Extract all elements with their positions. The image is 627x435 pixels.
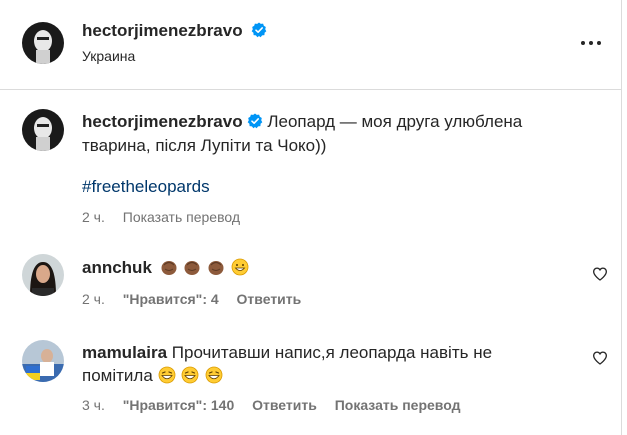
comment-translate-button[interactable]: Показать перевод bbox=[335, 397, 461, 413]
clapping-hands-icon bbox=[161, 261, 177, 275]
post-caption: hectorjimenezbravo Леопард — моя друга у… bbox=[82, 110, 552, 158]
laughing-face-icon bbox=[205, 366, 223, 384]
clapping-hands-icon bbox=[208, 261, 224, 275]
comment-mamulaira: mamulaira Прочитавши напис,я леопарда на… bbox=[82, 341, 522, 365]
comment-mamulaira-line2: помітила bbox=[82, 364, 224, 388]
comment-emojis bbox=[160, 258, 250, 277]
comment-text: помітила bbox=[82, 366, 153, 385]
author-username[interactable]: hectorjimenezbravo bbox=[82, 21, 267, 41]
grinning-face-icon bbox=[231, 258, 249, 276]
laughing-face-icon bbox=[158, 366, 175, 384]
heart-icon[interactable] bbox=[592, 350, 608, 366]
comment-time[interactable]: 2 ч. bbox=[82, 291, 105, 307]
comment-emojis bbox=[153, 366, 224, 385]
caption-meta: 2 ч. Показать перевод bbox=[82, 209, 254, 225]
comment-likes[interactable]: "Нравится": 4 bbox=[123, 291, 219, 307]
author-username-text[interactable]: hectorjimenezbravo bbox=[82, 21, 243, 40]
post-header: hectorjimenezbravo Украина bbox=[0, 0, 621, 90]
comment-likes[interactable]: "Нравится": 140 bbox=[123, 397, 234, 413]
heart-icon[interactable] bbox=[592, 266, 608, 282]
more-options-icon[interactable] bbox=[578, 33, 606, 53]
caption-translate-button[interactable]: Показать перевод bbox=[123, 209, 240, 225]
caption-avatar[interactable] bbox=[22, 109, 64, 151]
caption-time[interactable]: 2 ч. bbox=[82, 209, 105, 225]
verified-badge-icon bbox=[247, 113, 262, 129]
comment-meta-annchuk: 2 ч. "Нравится": 4 Ответить bbox=[82, 291, 315, 307]
reply-button[interactable]: Ответить bbox=[237, 291, 302, 307]
post-panel: hectorjimenezbravo Украина hectorjimenez… bbox=[0, 0, 622, 435]
laughing-face-icon bbox=[181, 366, 199, 384]
caption-username[interactable]: hectorjimenezbravo bbox=[82, 112, 243, 131]
comment-annchuk: annchuk bbox=[82, 256, 250, 280]
comment-avatar-annchuk[interactable] bbox=[22, 254, 64, 296]
caption-hashtag[interactable]: #freetheleopards bbox=[82, 177, 210, 197]
comment-username[interactable]: annchuk bbox=[82, 258, 152, 277]
reply-button[interactable]: Ответить bbox=[252, 397, 317, 413]
comment-avatar-mamulaira[interactable] bbox=[22, 340, 64, 382]
author-avatar[interactable] bbox=[22, 22, 64, 64]
verified-badge-icon bbox=[252, 22, 267, 38]
comment-username[interactable]: mamulaira bbox=[82, 343, 167, 362]
comment-meta-mamulaira: 3 ч. "Нравится": 140 Ответить Показать п… bbox=[82, 397, 474, 413]
comment-text: Прочитавши напис,я леопарда навіть не bbox=[171, 343, 493, 362]
comment-time[interactable]: 3 ч. bbox=[82, 397, 105, 413]
clapping-hands-icon bbox=[184, 261, 200, 275]
post-location[interactable]: Украина bbox=[82, 48, 135, 64]
